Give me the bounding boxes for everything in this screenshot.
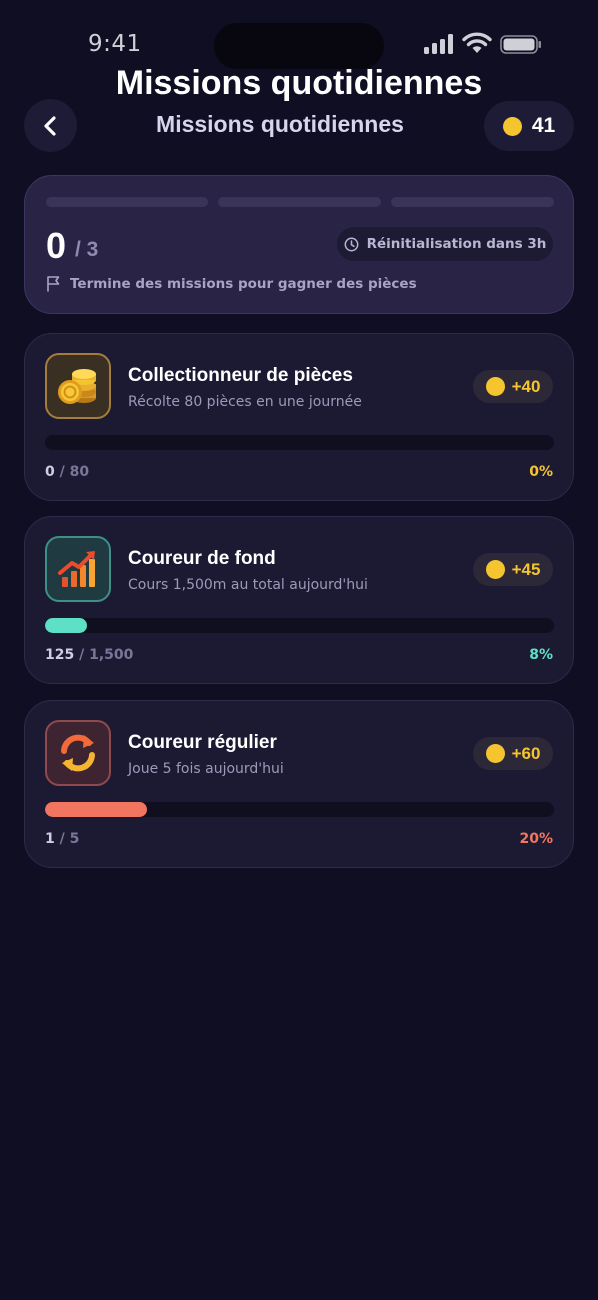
mission-icon-frame	[45, 353, 111, 419]
page-title: Missions quotidiennes	[156, 111, 404, 137]
flag-icon	[47, 276, 60, 292]
progress-count: 0 / 80	[45, 464, 89, 480]
coin-icon	[485, 377, 505, 396]
daily-summary-card: 0 / 3 Réinitialisation dans 3h Termine d…	[24, 175, 574, 314]
progress-track	[45, 802, 554, 817]
mission-icon-frame	[45, 720, 111, 786]
mission-title: Collectionneur de pièces	[128, 365, 353, 386]
mission-icon-frame	[45, 536, 111, 602]
progress-count: 1 / 5	[45, 831, 79, 847]
progress-current: 0	[45, 464, 55, 480]
reward-amount: +45	[511, 559, 541, 579]
coin-icon	[485, 560, 505, 579]
progress-track	[45, 435, 554, 450]
mission-description: Récolte 80 pièces en une journée	[128, 394, 362, 410]
reward-badge: +45	[473, 553, 553, 586]
progress-current: 125	[45, 647, 75, 663]
clock-icon	[344, 237, 359, 251]
coin-icon	[502, 116, 522, 136]
mission-card-regular-runner[interactable]: Coureur régulier Joue 5 fois aujourd'hui…	[24, 700, 574, 868]
progress-target: / 80	[59, 464, 90, 480]
summary-hint-text: Termine des missions pour gagner des piè…	[70, 275, 417, 292]
refresh-arrows-icon	[61, 734, 95, 772]
reward-badge: +60	[473, 737, 553, 770]
progress-fill	[45, 802, 147, 817]
mission-description: Joue 5 fois aujourd'hui	[128, 761, 284, 777]
summary-hint: Termine des missions pour gagner des piè…	[46, 275, 417, 292]
reset-timer-label: Réinitialisation dans 3h	[366, 236, 547, 252]
mission-title: Coureur de fond	[128, 548, 276, 569]
progress-percent: 0%	[529, 464, 553, 480]
coin-count: 41	[531, 114, 556, 137]
coin-balance[interactable]: 41	[484, 101, 574, 151]
progress-fill	[45, 618, 88, 633]
dynamic-island	[214, 23, 384, 69]
reward-amount: +40	[511, 376, 541, 396]
mission-card-long-distance[interactable]: Coureur de fond Cours 1,500m au total au…	[24, 516, 574, 684]
progress-percent: 8%	[529, 647, 553, 663]
mission-segment-1	[46, 197, 208, 207]
missions-completed: 0	[46, 225, 67, 266]
battery-icon	[500, 35, 541, 54]
mission-card-coin-collector[interactable]: Collectionneur de pièces Récolte 80 pièc…	[24, 333, 574, 501]
mission-title: Coureur régulier	[128, 732, 277, 753]
missions-total: / 3	[75, 238, 99, 261]
reward-amount: +60	[511, 743, 541, 763]
coins-stack-icon	[58, 369, 96, 404]
progress-count: 125 / 1,500	[45, 647, 133, 663]
progress-percent: 20%	[519, 831, 553, 847]
mission-segment-3	[391, 197, 554, 207]
growth-chart-icon	[58, 551, 95, 587]
progress-track	[45, 618, 554, 633]
cellular-signal-icon	[424, 34, 453, 54]
progress-target: / 5	[59, 831, 80, 847]
progress-current: 1	[45, 831, 55, 847]
mission-segment-2	[218, 197, 381, 207]
wifi-icon	[462, 32, 492, 53]
reward-badge: +40	[473, 370, 553, 403]
coin-icon	[485, 744, 505, 763]
mission-description: Cours 1,500m au total aujourd'hui	[128, 577, 368, 593]
status-time: 9:41	[88, 31, 142, 57]
overlay-title: Missions quotidiennes	[115, 64, 483, 102]
progress-target: / 1,500	[79, 647, 134, 663]
reset-timer: Réinitialisation dans 3h	[337, 227, 553, 261]
